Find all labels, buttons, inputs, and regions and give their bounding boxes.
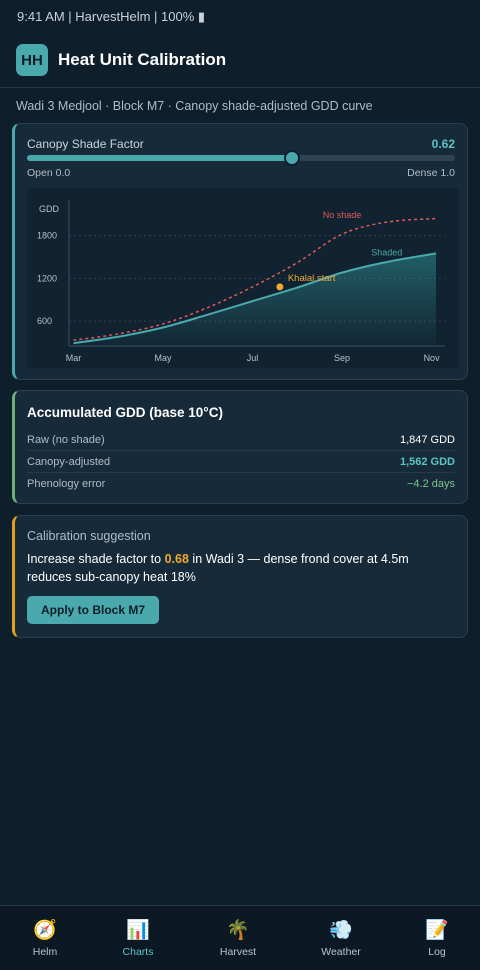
slider-thumb[interactable]	[284, 150, 301, 166]
notepad-icon: 📝	[425, 920, 449, 941]
gdd-row-value: −4.2 days	[406, 478, 455, 490]
shade-factor-slider[interactable]	[27, 150, 455, 166]
tab-label: Weather	[321, 946, 361, 958]
palm-tree-icon: 🌴	[226, 920, 250, 941]
gdd-row-label: Canopy-adjusted	[27, 456, 111, 468]
shaded-series-label: Shaded	[371, 248, 402, 258]
gdd-chart-svg: GDD 600 1200 1800 Mar May Jul Sep Nov No shade Sha…	[37, 200, 445, 363]
y-tick-label: 1200	[37, 273, 57, 283]
khalal-start-label: Khalal start	[288, 273, 336, 284]
gdd-card-title: Accumulated GDD (base 10°C)	[27, 405, 223, 420]
wind-icon: 💨	[329, 920, 353, 941]
x-tick-label: Sep	[334, 353, 350, 363]
suggestion-text: Increase shade factor to 0.68 in Wadi 3 …	[27, 550, 452, 586]
gdd-row-value: 1,847 GDD	[399, 434, 455, 446]
slider-min-label: Open 0.0	[27, 167, 71, 179]
shade-factor-value: 0.62	[431, 137, 455, 151]
khalal-start-point	[276, 283, 284, 291]
tab-helm[interactable]: 🧭 Helm	[10, 906, 80, 970]
no-shade-series-label: No shade	[323, 210, 362, 220]
tab-charts[interactable]: 📊 Charts	[103, 906, 173, 970]
tab-label: Charts	[122, 946, 154, 958]
gdd-row-adjusted: Canopy-adjusted 1,562 GDD	[27, 451, 455, 473]
bar-chart-icon: 📊	[126, 920, 150, 941]
slider-max-label: Dense 1.0	[407, 167, 455, 179]
status-bar: 9:41 AM | HarvestHelm | 100% ▮	[17, 9, 206, 24]
accumulated-gdd-card: Accumulated GDD (base 10°C) Raw (no shad…	[12, 390, 468, 504]
gdd-row-label: Phenology error	[27, 478, 106, 490]
y-axis-label: GDD	[39, 204, 60, 214]
shade-factor-card: Canopy Shade Factor 0.62 Open 0.0 Dense …	[12, 123, 468, 380]
x-tick-label: Jul	[247, 353, 259, 363]
x-tick-label: Nov	[424, 353, 441, 363]
block-context-subtitle: Wadi 3 Medjool · Block M7 · Canopy shade…	[16, 99, 373, 113]
y-tick-label: 1800	[37, 231, 57, 241]
app-logo: HH	[16, 44, 48, 76]
slider-fill	[27, 155, 293, 161]
tab-label: Log	[428, 946, 446, 958]
tab-weather[interactable]: 💨 Weather	[306, 906, 376, 970]
apply-to-block-button[interactable]: Apply to Block M7	[27, 596, 160, 624]
page-title: Heat Unit Calibration	[58, 50, 227, 69]
tab-harvest[interactable]: 🌴 Harvest	[203, 906, 273, 970]
gdd-row-phenology-error: Phenology error −4.2 days	[27, 473, 455, 495]
compass-icon: 🧭	[33, 920, 57, 941]
shade-factor-label: Canopy Shade Factor	[27, 137, 144, 151]
gdd-row-label: Raw (no shade)	[27, 434, 105, 446]
x-tick-label: Mar	[66, 353, 82, 363]
y-tick-label: 600	[37, 316, 52, 326]
gdd-row-value: 1,562 GDD	[399, 456, 455, 468]
bottom-tab-bar: 🧭 Helm 📊 Charts 🌴 Harvest 💨 Weather 📝 Lo…	[0, 905, 480, 970]
suggestion-title: Calibration suggestion	[27, 529, 151, 543]
tab-log[interactable]: 📝 Log	[402, 906, 472, 970]
app-header: HH Heat Unit Calibration	[0, 40, 480, 88]
gdd-row-raw: Raw (no shade) 1,847 GDD	[27, 429, 455, 451]
calibration-suggestion-card: Calibration suggestion Increase shade fa…	[12, 515, 468, 638]
suggested-shade-value: 0.68	[164, 552, 189, 566]
gdd-curve-chart: GDD 600 1200 1800 Mar May Jul Sep Nov No shade Sha…	[27, 188, 459, 368]
tab-label: Helm	[32, 946, 58, 958]
tab-label: Harvest	[219, 946, 257, 958]
x-tick-label: May	[154, 353, 172, 363]
suggestion-text-before: Increase shade factor to	[27, 552, 165, 566]
